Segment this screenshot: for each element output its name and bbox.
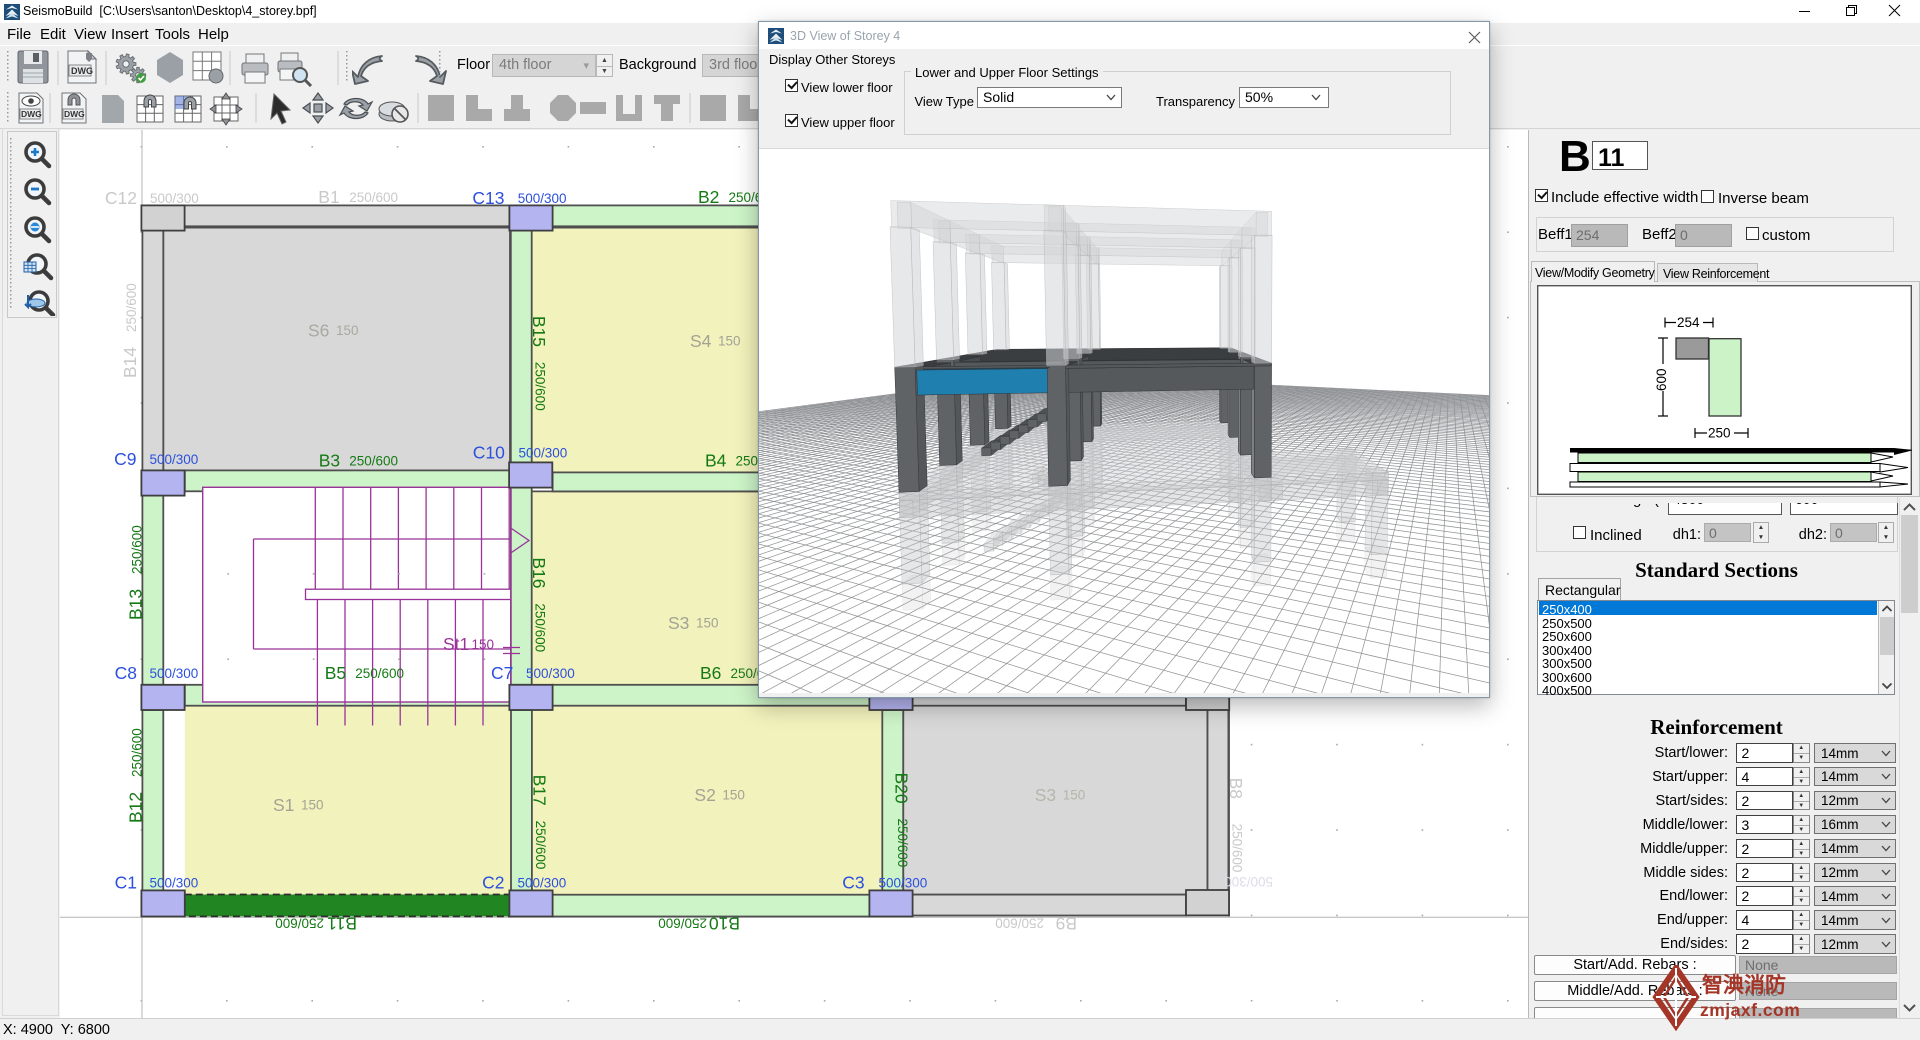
svg-text:智淟消防: 智淟消防 [1702, 973, 1786, 997]
svg-text:B6: B6 [700, 663, 721, 683]
svg-text:250/600: 250/600 [995, 916, 1044, 931]
svg-text:S3: S3 [668, 613, 689, 633]
svg-text:254: 254 [1677, 315, 1700, 330]
svg-text:600: 600 [1654, 368, 1669, 391]
svg-text:C10: C10 [473, 443, 505, 463]
svg-text:C2: C2 [482, 873, 504, 893]
svg-text:250/600: 250/600 [349, 454, 398, 469]
svg-text:C3: C3 [842, 873, 864, 893]
svg-text:B16: B16 [529, 557, 549, 588]
svg-text:B2: B2 [698, 187, 719, 207]
svg-text:150: 150 [722, 787, 745, 802]
svg-text:C8: C8 [115, 663, 137, 683]
svg-text:B4: B4 [705, 451, 727, 471]
svg-text:250/600: 250/600 [124, 283, 139, 332]
svg-text:500/300: 500/300 [1224, 874, 1273, 889]
svg-text:S1: S1 [273, 795, 294, 815]
svg-text:500/300: 500/300 [518, 191, 567, 206]
svg-text:C13: C13 [472, 188, 504, 208]
svg-text:150: 150 [472, 637, 495, 652]
svg-text:150: 150 [696, 616, 719, 631]
svg-text:250/600: 250/600 [1230, 824, 1245, 873]
svg-text:250: 250 [1708, 426, 1731, 441]
svg-text:St1: St1 [443, 634, 469, 654]
svg-text:S2: S2 [694, 785, 715, 805]
svg-text:C7: C7 [491, 663, 513, 683]
svg-text:500/300: 500/300 [150, 876, 199, 891]
svg-text:B3: B3 [319, 451, 340, 471]
svg-text:C12: C12 [105, 188, 137, 208]
svg-text:B1: B1 [318, 187, 339, 207]
svg-text:B8: B8 [1226, 778, 1246, 799]
svg-text:C1: C1 [115, 873, 137, 893]
svg-text:500/300: 500/300 [879, 876, 928, 891]
svg-text:B12: B12 [126, 792, 146, 823]
svg-text:B9: B9 [1056, 914, 1077, 934]
svg-text:B5: B5 [325, 663, 346, 683]
svg-text:500/300: 500/300 [150, 191, 199, 206]
svg-text:250/600: 250/600 [130, 525, 145, 574]
svg-text:500/300: 500/300 [150, 452, 199, 467]
svg-text:S6: S6 [308, 321, 329, 341]
svg-text:500/300: 500/300 [150, 666, 199, 681]
svg-text:B13: B13 [126, 589, 146, 620]
svg-text:250/600: 250/600 [895, 819, 910, 868]
svg-text:DWG: DWG [64, 109, 85, 119]
svg-text:250/600: 250/600 [658, 916, 707, 931]
svg-text:150: 150 [1063, 787, 1086, 802]
svg-text:250/600: 250/600 [275, 916, 324, 931]
svg-text:zmjaxf.com: zmjaxf.com [1700, 1000, 1800, 1020]
svg-text:150: 150 [301, 798, 324, 813]
svg-text:250/600: 250/600 [130, 728, 145, 777]
svg-text:B15: B15 [529, 316, 549, 347]
svg-text:250/600: 250/600 [349, 190, 398, 205]
svg-text:B17: B17 [529, 775, 549, 806]
svg-text:B10: B10 [709, 914, 740, 934]
svg-text:B14: B14 [120, 347, 140, 378]
svg-text:C9: C9 [114, 449, 136, 469]
svg-text:250/600: 250/600 [533, 603, 548, 652]
svg-text:S3: S3 [1035, 785, 1056, 805]
svg-text:B20: B20 [892, 773, 912, 804]
svg-text:500/300: 500/300 [518, 876, 567, 891]
svg-text:500/300: 500/300 [519, 446, 568, 461]
svg-text:250/600: 250/600 [355, 666, 404, 681]
svg-text:DWG: DWG [21, 109, 42, 119]
svg-text:DWG: DWG [71, 66, 93, 76]
svg-text:500/300: 500/300 [526, 666, 575, 681]
svg-text:250/600: 250/600 [532, 362, 547, 411]
svg-text:250/600: 250/600 [533, 821, 548, 870]
svg-text:B11: B11 [327, 914, 357, 934]
svg-text:150: 150 [718, 334, 741, 349]
svg-text:S4: S4 [690, 331, 712, 351]
svg-text:150: 150 [336, 323, 359, 338]
